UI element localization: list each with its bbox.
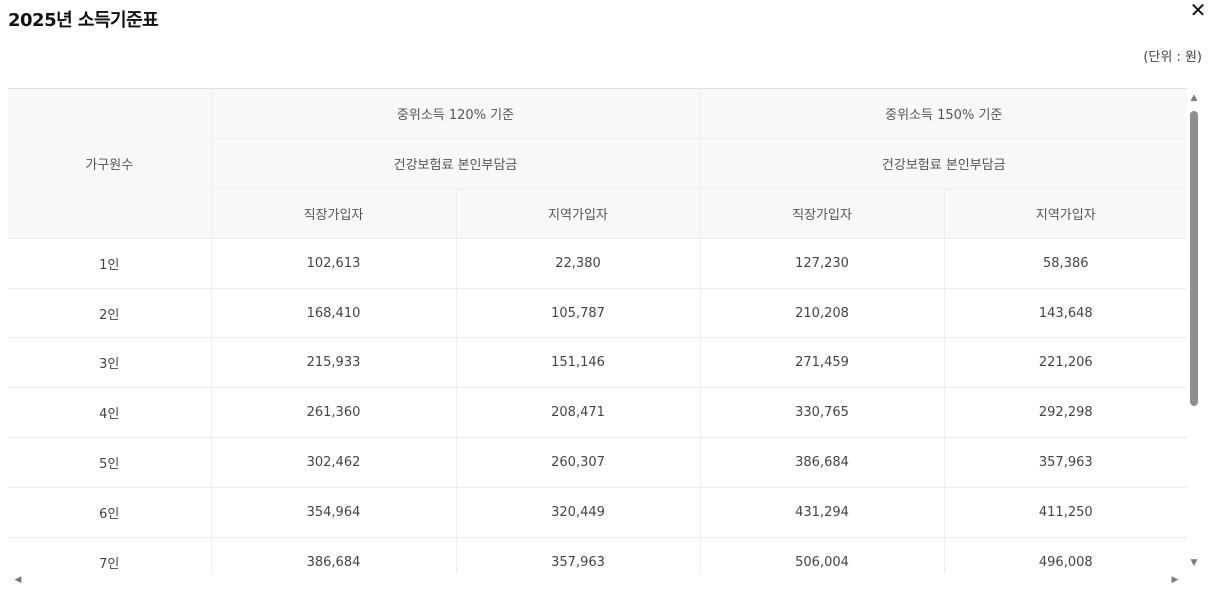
cell-household: 4인 [8,387,212,439]
cell-regional-150: 58,386 [944,238,1187,289]
cell-regional-150: 143,648 [944,288,1187,339]
modal-title: 2025년 소득기준표 [8,10,159,31]
table-row: 2인 168,410 105,787 210,208 143,648 [8,288,1187,339]
cell-employee-150: 506,004 [700,537,945,573]
cell-employee-120: 261,360 [211,387,457,439]
cell-regional-120: 208,471 [456,387,701,439]
cell-household: 5인 [8,437,212,488]
income-table-container[interactable]: 가구원수 중위소득 120% 기준 중위소득 150% 기준 건강보험료 본인부… [8,88,1187,573]
scroll-right-arrow-icon[interactable]: ▶ [1169,574,1181,586]
table-row: 5인 302,462 260,307 386,684 357,963 [8,437,1187,488]
close-icon[interactable]: ✕ [1186,0,1210,24]
cell-employee-120: 386,684 [211,537,457,573]
cell-employee-120: 354,964 [211,487,457,538]
cell-regional-120: 260,307 [456,437,701,488]
table-row: 1인 102,613 22,380 127,230 58,386 [8,238,1187,289]
header-employee-150: 직장가입자 [700,188,945,239]
cell-employee-150: 386,684 [700,437,945,488]
cell-employee-150: 210,208 [700,288,945,339]
scroll-down-arrow-icon[interactable]: ▼ [1188,557,1200,569]
cell-regional-120: 22,380 [456,238,701,289]
cell-regional-120: 320,449 [456,487,701,538]
cell-regional-120: 105,787 [456,288,701,339]
cell-employee-120: 215,933 [211,337,457,389]
header-group-120: 중위소득 120% 기준 [211,89,701,140]
cell-regional-150: 411,250 [944,487,1187,538]
unit-note: (단위 : 원) [1143,50,1202,65]
header-sub-120: 건강보험료 본인부담금 [211,138,701,190]
cell-household: 6인 [8,487,212,538]
vertical-scroll-thumb[interactable] [1190,111,1198,406]
cell-regional-150: 496,008 [944,537,1187,573]
header-employee-120: 직장가입자 [211,188,457,239]
table-row: 4인 261,360 208,471 330,765 292,298 [8,387,1187,439]
income-table: 가구원수 중위소득 120% 기준 중위소득 150% 기준 건강보험료 본인부… [8,89,1187,573]
cell-regional-120: 357,963 [456,537,701,573]
cell-household: 3인 [8,337,212,389]
cell-employee-150: 127,230 [700,238,945,289]
cell-employee-150: 271,459 [700,337,945,389]
table-row: 6인 354,964 320,449 431,294 411,250 [8,487,1187,538]
cell-regional-150: 292,298 [944,387,1187,439]
cell-regional-150: 357,963 [944,437,1187,488]
header-group-150: 중위소득 150% 기준 [700,89,1187,140]
table-row: 3인 215,933 151,146 271,459 221,206 [8,337,1187,389]
scroll-left-arrow-icon[interactable]: ◀ [12,574,24,586]
income-criteria-modal: 2025년 소득기준표 ✕ (단위 : 원) 가구원수 중위소득 120% 기준… [0,0,1212,596]
table-row: 7인 386,684 357,963 506,004 496,008 [8,537,1187,573]
cell-household: 2인 [8,288,212,339]
cell-regional-120: 151,146 [456,337,701,389]
header-regional-150: 지역가입자 [944,188,1187,239]
header-regional-120: 지역가입자 [456,188,701,239]
header-sub-150: 건강보험료 본인부담금 [700,138,1187,190]
cell-employee-120: 168,410 [211,288,457,339]
vertical-scrollbar[interactable]: ▲ ▼ [1187,88,1201,573]
scroll-up-arrow-icon[interactable]: ▲ [1188,92,1200,104]
horizontal-scrollbar[interactable]: ◀ ▶ [8,573,1187,587]
header-household: 가구원수 [8,89,212,239]
cell-employee-150: 330,765 [700,387,945,439]
cell-regional-150: 221,206 [944,337,1187,389]
cell-employee-120: 102,613 [211,238,457,289]
cell-employee-150: 431,294 [700,487,945,538]
cell-household: 1인 [8,238,212,289]
cell-household: 7인 [8,537,212,573]
cell-employee-120: 302,462 [211,437,457,488]
